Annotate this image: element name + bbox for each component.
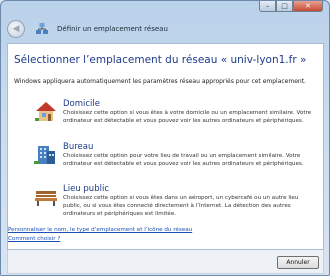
office-building-icon bbox=[34, 146, 55, 164]
navigation-bar: ◀ Définir un emplacement réseau bbox=[5, 15, 325, 43]
network-location-window: – □ ✕ ◀ Définir un emplacement réseau Sé… bbox=[0, 0, 330, 276]
option-desc-bureau: Choisissez cette option pour votre lieu … bbox=[63, 153, 304, 167]
maximize-button[interactable]: □ bbox=[276, 1, 293, 12]
park-bench-icon bbox=[35, 191, 57, 206]
minimize-button[interactable]: – bbox=[259, 1, 276, 12]
dialog-footer: Annuler bbox=[7, 250, 324, 274]
option-title-bureau: Bureau bbox=[63, 142, 94, 152]
house-icon bbox=[35, 102, 56, 121]
option-title-domicile: Domicile bbox=[63, 99, 101, 109]
close-button[interactable]: ✕ bbox=[293, 1, 323, 12]
option-title-lieu-public: Lieu public bbox=[63, 184, 109, 194]
network-icon bbox=[36, 23, 48, 34]
cancel-button[interactable]: Annuler bbox=[277, 256, 319, 269]
page-title: Sélectionner l’emplacement du réseau « u… bbox=[14, 54, 307, 66]
window-title: Définir un emplacement réseau bbox=[57, 25, 168, 33]
customize-network-link[interactable]: Personnaliser le nom, le type d’emplacem… bbox=[8, 227, 192, 233]
caption-buttons: – □ ✕ bbox=[259, 1, 323, 13]
option-desc-lieu-public: Choisissez cette option si vous êtes dan… bbox=[63, 195, 299, 217]
back-button[interactable]: ◀ bbox=[7, 20, 25, 38]
page-description: Windows appliquera automatiquement les p… bbox=[14, 78, 306, 85]
option-bureau[interactable]: Bureau Choisissez cette option pour votr… bbox=[34, 142, 313, 168]
option-desc-domicile: Choisissez cette option si vous êtes à v… bbox=[63, 110, 312, 124]
option-lieu-public[interactable]: Lieu public Choisissez cette option si v… bbox=[34, 184, 313, 218]
content-pane: Sélectionner l’emplacement du réseau « u… bbox=[7, 43, 324, 250]
help-link[interactable]: Comment choisir ? bbox=[8, 236, 60, 242]
option-domicile[interactable]: Domicile Choisissez cette option si vous… bbox=[34, 99, 313, 125]
